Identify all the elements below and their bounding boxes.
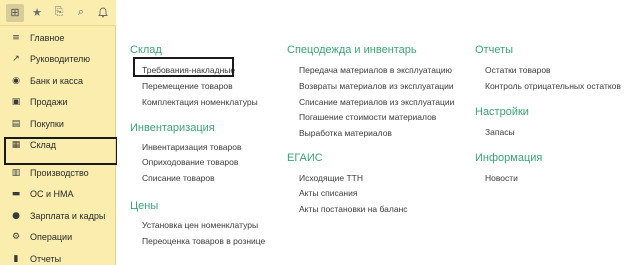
bag-icon: ▣ [11,97,21,108]
section-title-settings: Настройки [475,106,529,118]
sidebar-item-purchases[interactable]: ▤ Покупки [0,113,116,135]
person-icon: ● [12,210,20,221]
sidebar-item-production[interactable]: ▥ Производство [0,162,116,184]
main-panel: Склад Требования-накладные Перемещение т… [117,0,627,265]
highlight-box [133,57,234,77]
link-kitting[interactable]: Комплектация номенклатуры [142,97,258,107]
sidebar-item-reports[interactable]: ▮ Отчеты [0,248,116,265]
coins-icon: ◉ [12,75,20,86]
link-goods-transfer[interactable]: Перемещение товаров [142,81,233,91]
sidebar-item-warehouse[interactable]: ▦ Склад [0,135,118,165]
link-materials-output[interactable]: Выработка материалов [299,128,392,138]
sidebar-item-label: Производство [30,167,89,178]
sidebar-item-main[interactable]: ≡ Главное [0,27,116,49]
history-icon[interactable]: ⎘ [50,4,68,22]
link-news[interactable]: Новости [485,173,518,183]
sidebar-nav: ≡ Главное ↗ Руководителю ◉ Банк и касса … [0,27,118,265]
sidebar-item-assets[interactable]: ▬ ОС и НМА [0,184,116,206]
section-title-warehouse: Склад [130,44,162,56]
star-icon[interactable]: ★ [28,4,46,22]
link-write-off-acts[interactable]: Акты списания [299,188,357,198]
section-title-workwear: Спецодежда и инвентарь [287,44,417,56]
link-capitalization[interactable]: Оприходование товаров [142,157,238,167]
section-title-prices: Цены [130,200,159,212]
sidebar-item-salary[interactable]: ● Зарплата и кадры [0,205,116,227]
cart-icon: ▤ [11,118,21,129]
link-negative-balances[interactable]: Контроль отрицательных остатков [485,81,621,91]
sidebar-item-label: Банк и касса [30,75,83,86]
grid-icon[interactable]: ⊞ [6,3,24,22]
link-inventory-goods[interactable]: Инвентаризация товаров [142,142,242,152]
link-stocks[interactable]: Запасы [485,127,515,137]
sidebar-item-operations[interactable]: ⚙ Операции [0,227,116,249]
link-return-materials[interactable]: Возвраты материалов из эксплуатации [299,81,454,91]
section-title-information: Информация [475,152,543,164]
trend-icon: ↗ [12,54,20,65]
menu-icon: ≡ [12,32,20,43]
sidebar-item-label: Зарплата и кадры [30,210,106,221]
truck-icon: ▬ [11,189,21,200]
link-write-off-materials[interactable]: Списание материалов из эксплуатации [299,97,454,107]
sidebar-item-bank[interactable]: ◉ Банк и касса [0,70,116,92]
sidebar: ⊞ ★ ⎘ ⌕ ≡ Главное ↗ Руководителю ◉ Банк … [0,0,118,265]
gear-icon: ⚙ [11,232,21,243]
app-window: ⊞ ★ ⎘ ⌕ ≡ Главное ↗ Руководителю ◉ Банк … [0,0,627,265]
link-balance-acts[interactable]: Акты постановки на баланс [299,204,408,214]
sidebar-item-label: Главное [30,32,65,43]
search-icon[interactable]: ⌕ [72,4,90,22]
sidebar-item-sales[interactable]: ▣ Продажи [0,92,116,114]
factory-icon: ▥ [11,167,21,178]
sidebar-item-label: Покупки [30,118,64,129]
bar-chart-icon: ▮ [13,253,19,264]
section-title-reports: Отчеты [475,44,514,56]
link-transfer-materials[interactable]: Передача материалов в эксплуатацию [299,65,452,75]
section-title-inventory: Инвентаризация [130,122,215,134]
link-amortization[interactable]: Погашение стоимости материалов [299,112,436,122]
link-outgoing-ttn[interactable]: Исходящие ТТН [299,173,363,183]
sidebar-toolbar: ⊞ ★ ⎘ ⌕ [0,0,116,26]
sidebar-item-label: Склад [30,140,57,151]
sidebar-item-director[interactable]: ↗ Руководителю [0,49,116,71]
warehouse-icon: ▦ [11,140,21,151]
sidebar-item-label: ОС и НМА [30,189,74,200]
sidebar-item-label: Руководителю [30,54,91,65]
link-stock-balances[interactable]: Остатки товаров [485,65,551,75]
link-repricing[interactable]: Переоценка товаров в рознице [142,236,265,246]
bell-icon[interactable] [94,4,112,22]
sidebar-item-label: Операции [30,232,73,243]
link-set-prices[interactable]: Установка цен номенклатуры [142,220,258,230]
section-title-egais: ЕГАИС [287,152,323,164]
sidebar-item-label: Продажи [30,97,68,108]
sidebar-item-label: Отчеты [30,253,62,264]
link-write-off-goods[interactable]: Списание товаров [142,173,215,183]
